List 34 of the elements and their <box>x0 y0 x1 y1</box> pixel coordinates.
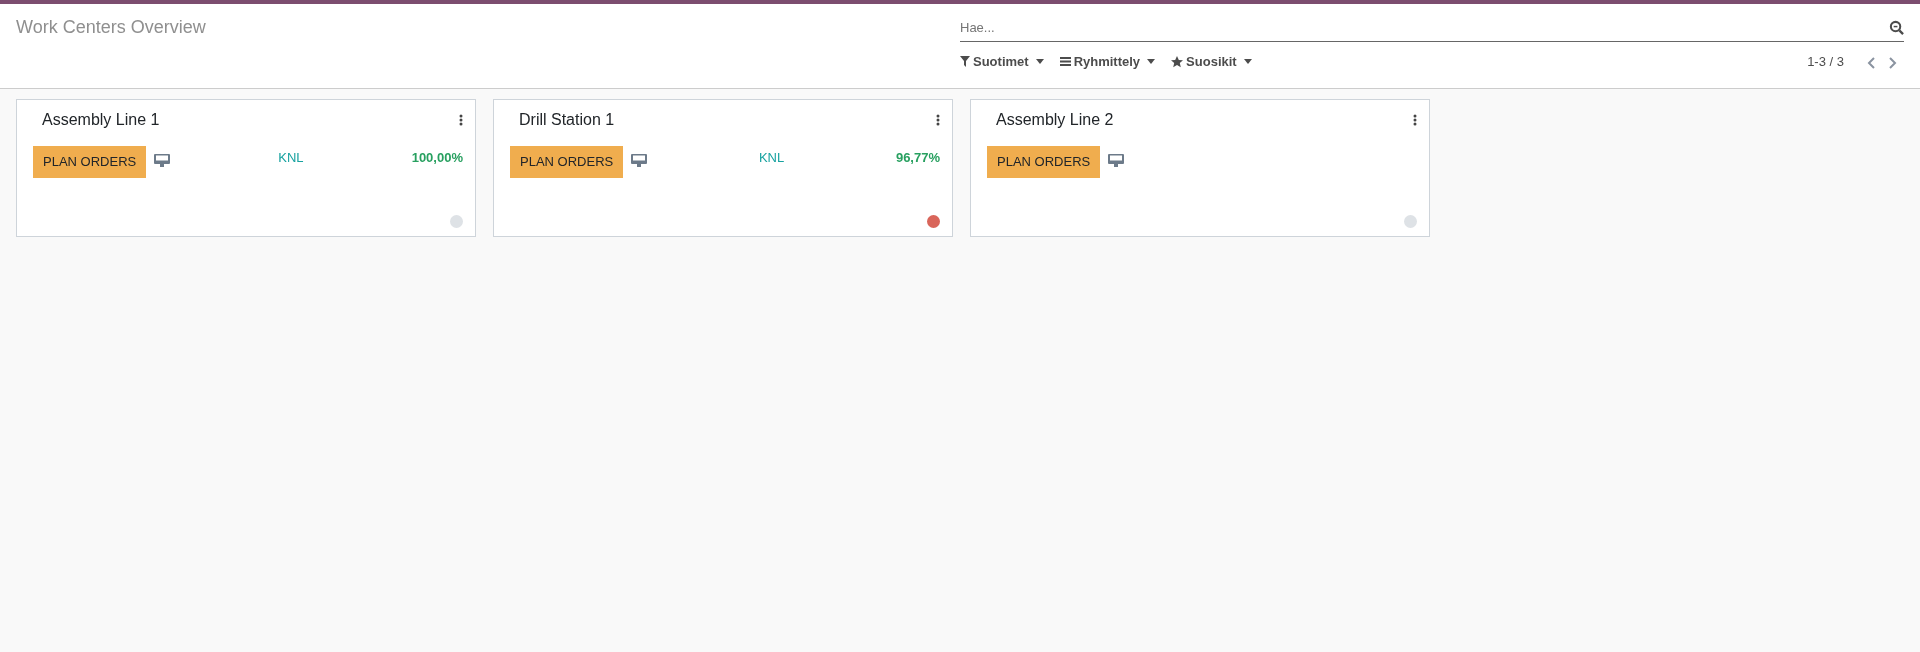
card-title: Assembly Line 1 <box>42 110 160 130</box>
list-icon <box>1059 57 1071 67</box>
filter-icon <box>960 56 970 68</box>
efficiency-value: 96,77% <box>895 149 940 167</box>
caret-icon <box>1243 59 1252 65</box>
card-title: Drill Station 1 <box>519 110 615 130</box>
chevron-left-icon[interactable] <box>1866 55 1876 70</box>
monitor-icon[interactable] <box>631 154 648 167</box>
page-title: Work Centers Overview <box>16 17 206 37</box>
work-center-card[interactable]: Assembly Line 1 PLAN ORDERS KNL 100,00% <box>16 99 476 237</box>
work-center-card[interactable]: Drill Station 1 PLAN ORDERS KNL 96,77% <box>493 99 953 237</box>
filter-menu-button[interactable]: Suosikit <box>1171 52 1252 72</box>
efficiency-value: 100,00% <box>411 149 463 167</box>
star-icon <box>1171 55 1184 68</box>
monitor-icon[interactable] <box>154 154 171 167</box>
chevron-right-icon[interactable] <box>1888 55 1898 70</box>
more-icon[interactable] <box>1413 114 1417 126</box>
status-dot[interactable] <box>450 215 463 228</box>
monitor-icon[interactable] <box>1108 154 1125 167</box>
status-dot[interactable] <box>1404 215 1417 228</box>
filter-menu-button[interactable]: Ryhmittely <box>1059 52 1156 72</box>
more-icon[interactable] <box>459 114 463 126</box>
caret-icon <box>1147 59 1156 65</box>
filter-menu-button[interactable]: Suotimet <box>960 52 1044 72</box>
plan-orders-button[interactable]: PLAN ORDERS <box>510 146 624 178</box>
work-center-card[interactable]: Assembly Line 2 PLAN ORDERS <box>970 99 1430 237</box>
plan-orders-button[interactable]: PLAN ORDERS <box>987 146 1101 178</box>
pager-value: 1-3 / 3 <box>1807 53 1844 71</box>
more-icon[interactable] <box>936 114 940 126</box>
plan-orders-button[interactable]: PLAN ORDERS <box>33 146 147 178</box>
search-icon[interactable] <box>1889 20 1904 35</box>
status-dot[interactable] <box>927 215 940 228</box>
caret-icon <box>1035 59 1044 65</box>
card-title: Assembly Line 2 <box>996 110 1114 130</box>
